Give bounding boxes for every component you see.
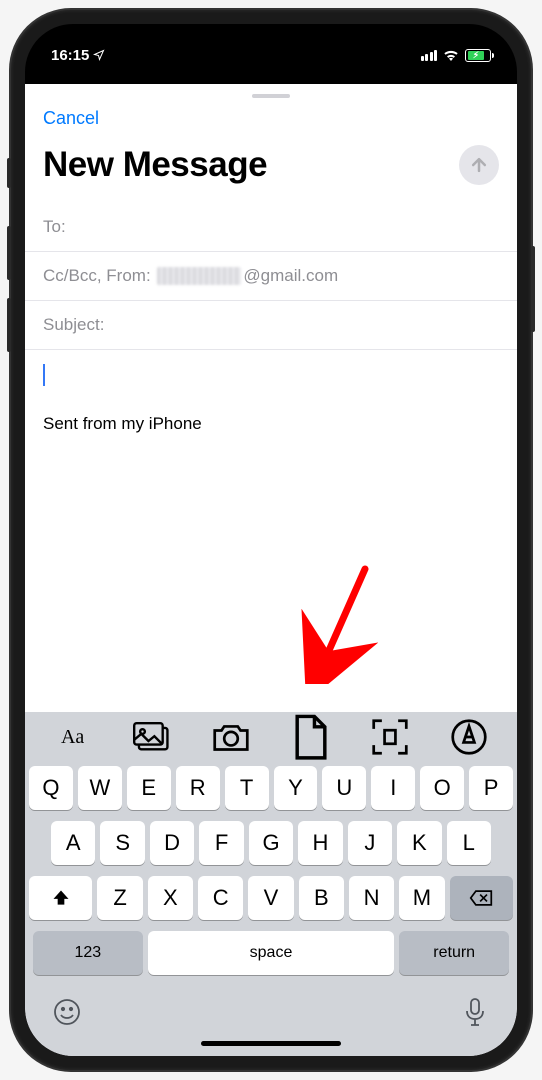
power-button	[531, 246, 535, 332]
email-signature: Sent from my iPhone	[43, 414, 499, 434]
screen-container: 16:15 ⚡︎ Cancel New Message To:	[25, 24, 517, 1056]
notch	[171, 24, 371, 54]
phone-frame: 16:15 ⚡︎ Cancel New Message To:	[11, 10, 531, 1070]
shift-key[interactable]	[29, 876, 92, 920]
key-u[interactable]: U	[322, 766, 366, 810]
email-domain: @gmail.com	[243, 266, 338, 286]
key-b[interactable]: B	[299, 876, 344, 920]
text-cursor	[43, 364, 45, 386]
key-f[interactable]: F	[199, 821, 243, 865]
camera-button[interactable]	[212, 718, 250, 756]
annotation-arrow	[295, 564, 385, 684]
microphone-icon	[461, 998, 489, 1026]
key-n[interactable]: N	[349, 876, 394, 920]
key-e[interactable]: E	[127, 766, 171, 810]
key-k[interactable]: K	[397, 821, 441, 865]
subject-label: Subject:	[43, 315, 104, 335]
return-key[interactable]: return	[399, 931, 509, 975]
key-row-4: 123 space return	[29, 931, 513, 975]
markup-button[interactable]	[450, 718, 488, 756]
cancel-button[interactable]: Cancel	[25, 104, 117, 139]
key-t[interactable]: T	[225, 766, 269, 810]
status-time: 16:15	[51, 47, 89, 64]
redacted-email-user	[157, 267, 241, 285]
send-button[interactable]	[459, 145, 499, 185]
wifi-icon	[443, 49, 459, 61]
key-row-1: Q W E R T Y U I O P	[29, 766, 513, 810]
key-j[interactable]: J	[348, 821, 392, 865]
location-icon	[93, 49, 105, 61]
ring-switch	[7, 158, 11, 188]
key-h[interactable]: H	[298, 821, 342, 865]
key-g[interactable]: G	[249, 821, 293, 865]
key-q[interactable]: Q	[29, 766, 73, 810]
to-field[interactable]: To:	[25, 203, 517, 252]
key-c[interactable]: C	[198, 876, 243, 920]
volume-up-button	[7, 226, 11, 280]
dictation-button[interactable]	[461, 998, 489, 1031]
keyboard-rows: Q W E R T Y U I O P A S D	[25, 762, 517, 975]
space-key[interactable]: space	[148, 931, 395, 975]
cellular-signal-icon	[421, 50, 438, 61]
emoji-button[interactable]	[53, 998, 81, 1031]
keyboard-bottom-row	[25, 986, 517, 1035]
sheet-grabber[interactable]	[252, 94, 290, 98]
key-m[interactable]: M	[399, 876, 444, 920]
key-s[interactable]: S	[100, 821, 144, 865]
key-i[interactable]: I	[371, 766, 415, 810]
key-x[interactable]: X	[148, 876, 193, 920]
key-l[interactable]: L	[447, 821, 491, 865]
home-indicator[interactable]	[201, 1041, 341, 1046]
key-w[interactable]: W	[78, 766, 122, 810]
key-a[interactable]: A	[51, 821, 95, 865]
delete-key[interactable]	[450, 876, 513, 920]
photo-icon	[133, 722, 171, 753]
battery-charging-icon: ⚡︎	[465, 49, 491, 62]
text-format-button[interactable]: Aa	[54, 718, 92, 756]
emoji-icon	[53, 998, 81, 1026]
keyboard: Aa	[25, 712, 517, 1056]
subject-field[interactable]: Subject:	[25, 301, 517, 350]
ccbcc-from-field[interactable]: Cc/Bcc, From: @gmail.com	[25, 252, 517, 301]
page-title: New Message	[43, 145, 267, 185]
markup-icon	[450, 718, 488, 756]
key-row-2: A S D F G H J K L	[29, 821, 513, 865]
attach-document-button[interactable]	[292, 718, 330, 756]
to-label: To:	[43, 217, 66, 237]
numbers-key[interactable]: 123	[33, 931, 143, 975]
key-z[interactable]: Z	[97, 876, 142, 920]
key-d[interactable]: D	[150, 821, 194, 865]
shift-icon	[51, 888, 71, 908]
compose-body[interactable]: Sent from my iPhone	[25, 350, 517, 434]
key-o[interactable]: O	[420, 766, 464, 810]
key-row-3: Z X C V B N M	[29, 876, 513, 920]
camera-icon	[212, 721, 250, 754]
key-y[interactable]: Y	[274, 766, 318, 810]
key-p[interactable]: P	[469, 766, 513, 810]
delete-icon	[469, 886, 493, 910]
photo-library-button[interactable]	[133, 718, 171, 756]
scan-document-button[interactable]	[371, 718, 409, 756]
compose-screen: Cancel New Message To: Cc/Bcc, From: @gm…	[25, 84, 517, 1056]
ccbcc-from-label: Cc/Bcc, From:	[43, 266, 151, 286]
volume-down-button	[7, 298, 11, 352]
arrow-up-icon	[469, 155, 489, 175]
document-icon	[292, 713, 330, 761]
key-r[interactable]: R	[176, 766, 220, 810]
keyboard-toolbar: Aa	[25, 712, 517, 762]
key-v[interactable]: V	[248, 876, 293, 920]
scan-icon	[371, 718, 409, 756]
